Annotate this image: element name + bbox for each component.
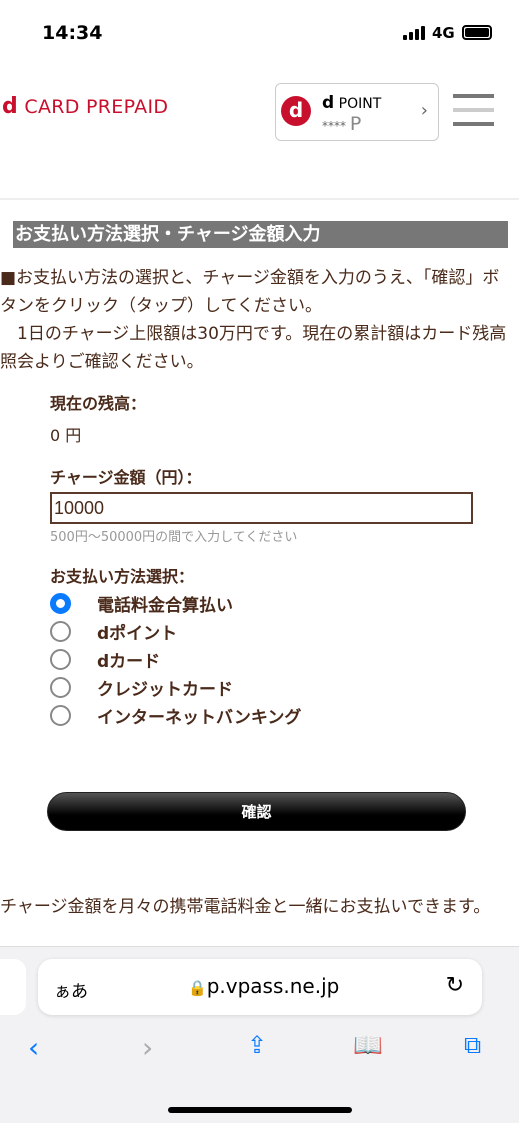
battery-icon	[462, 25, 492, 40]
radio-icon	[50, 704, 71, 726]
hamburger-menu-icon[interactable]	[453, 94, 494, 136]
chevron-right-icon: ›	[420, 100, 428, 121]
tabs-icon[interactable]: ⧉	[464, 1031, 481, 1059]
signal-icon	[403, 26, 425, 40]
section-title: お支払い方法選択・チャージ金額入力	[13, 221, 508, 248]
payment-label: お支払い方法選択：	[50, 567, 195, 586]
clock: 14:34	[42, 22, 103, 44]
home-indicator	[168, 1107, 352, 1113]
dpoint-button[interactable]: d d POINT **** P ›	[275, 83, 439, 141]
back-icon[interactable]: ‹	[28, 1031, 39, 1064]
radio-dpoint[interactable]: dポイント	[50, 617, 480, 645]
radio-icon	[50, 648, 71, 670]
charge-amount-input[interactable]	[50, 492, 473, 524]
confirm-button[interactable]: 確認	[47, 792, 466, 831]
radio-phone-bill[interactable]: 電話料金合算払い	[50, 589, 480, 617]
radio-icon	[50, 620, 71, 642]
dpoint-balance: **** P	[322, 113, 362, 135]
network-type: 4G	[432, 24, 455, 42]
radio-dcard[interactable]: dカード	[50, 645, 480, 673]
radio-selected-icon	[50, 592, 71, 614]
radio-credit-card[interactable]: クレジットカード	[50, 673, 480, 701]
radio-icon	[50, 676, 71, 698]
charge-form: 現在の残高： 0 円 チャージ金額（円）： 500円～50000円の間で入力して…	[50, 390, 480, 729]
reload-icon[interactable]: ↻	[446, 973, 464, 998]
dpoint-logo-icon: d	[281, 96, 311, 126]
previous-tab[interactable]	[0, 959, 26, 1015]
browser-toolbar: ぁあ 🔒p.vpass.ne.jp ↻ ‹ › ⇪ 📖 ⧉	[0, 946, 519, 1123]
charge-hint: 500円～50000円の間で入力してください	[50, 530, 298, 545]
instructions: ■お支払い方法の選択と、チャージ金額を入力のうえ、「確認」ボタンをクリック（タッ…	[0, 268, 507, 372]
reader-settings-button[interactable]: ぁあ	[54, 977, 88, 1002]
footer-note: チャージ金額を月々の携帯電話料金と一緒にお支払いできます。	[0, 897, 491, 917]
site-header: d CARD PREPAID d d POINT **** P ›	[0, 62, 519, 200]
balance-label: 現在の残高：	[50, 394, 147, 413]
charge-label: チャージ金額（円）：	[50, 468, 202, 487]
address-bar[interactable]: ぁあ 🔒p.vpass.ne.jp ↻	[38, 959, 482, 1015]
status-bar: 14:34 4G	[0, 0, 519, 62]
radio-internet-banking[interactable]: インターネットバンキング	[50, 701, 480, 729]
balance-value: 0 円	[50, 426, 82, 445]
bookmarks-icon[interactable]: 📖	[353, 1031, 383, 1059]
share-icon[interactable]: ⇪	[247, 1031, 267, 1059]
url-text: p.vpass.ne.jp	[206, 974, 340, 998]
logo[interactable]: d CARD PREPAID	[2, 94, 168, 119]
forward-icon[interactable]: ›	[142, 1031, 153, 1064]
lock-icon: 🔒	[188, 979, 207, 997]
